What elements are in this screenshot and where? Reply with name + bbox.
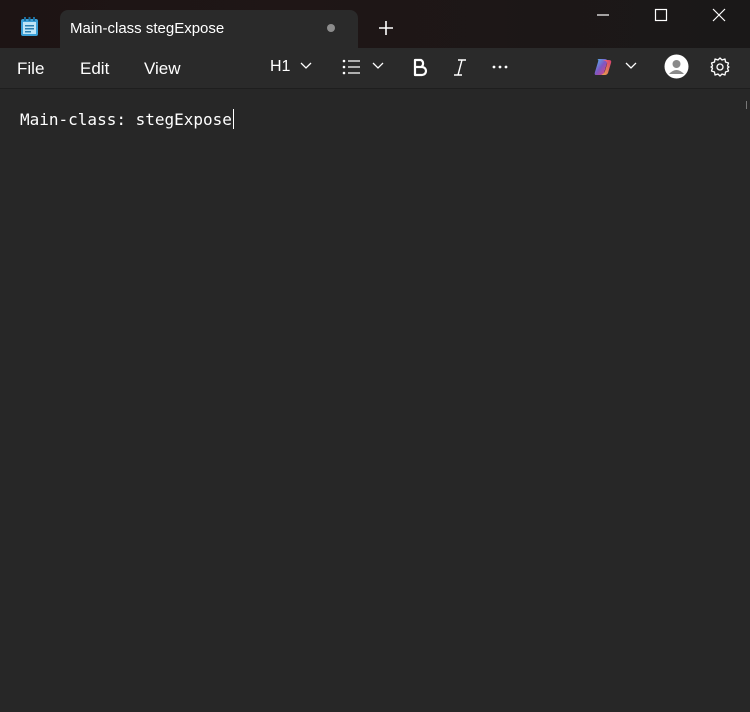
bulleted-list-icon	[342, 59, 360, 75]
unsaved-dot-icon[interactable]	[327, 24, 335, 32]
account-button[interactable]	[664, 54, 689, 79]
copilot-icon	[594, 59, 612, 75]
text-editor[interactable]: Main-class: stegExpose	[0, 89, 750, 712]
menu-file[interactable]: File	[17, 59, 44, 79]
copilot-button[interactable]	[592, 56, 614, 80]
minimize-icon	[597, 14, 609, 16]
close-window-button[interactable]	[690, 0, 748, 30]
tab-title: Main-class stegExpose	[70, 20, 225, 37]
chevron-down-icon	[625, 62, 637, 69]
menu-view[interactable]: View	[144, 59, 181, 79]
maximize-button[interactable]	[632, 0, 690, 30]
account-icon	[664, 54, 689, 79]
plus-icon	[379, 21, 393, 35]
text-caret	[232, 109, 234, 129]
editor-content[interactable]: Main-class: stegExpose	[20, 109, 234, 129]
new-tab-button[interactable]	[374, 16, 398, 40]
list-button[interactable]	[341, 56, 363, 80]
menu-edit[interactable]: Edit	[80, 59, 109, 79]
more-options-button[interactable]	[489, 56, 511, 80]
title-bar: Main-class stegExpose	[0, 0, 750, 48]
maximize-icon	[654, 8, 668, 22]
settings-button[interactable]	[709, 56, 731, 80]
bold-icon	[413, 58, 428, 77]
copilot-dropdown[interactable]	[624, 59, 638, 83]
editor-line-1: Main-class: stegExpose	[20, 110, 232, 129]
notepad-window: Main-class stegExpose File Edit View H1 …	[0, 0, 750, 712]
chevron-down-icon	[372, 62, 384, 69]
list-dropdown[interactable]	[371, 59, 385, 83]
tab-main-class-stegexpose[interactable]: Main-class stegExpose	[60, 10, 358, 48]
gear-icon	[710, 57, 730, 77]
minimize-button[interactable]	[574, 0, 632, 30]
menu-toolbar: File Edit View H1	[0, 48, 750, 89]
close-icon	[712, 8, 726, 22]
notepad-icon	[20, 17, 39, 37]
italic-button[interactable]	[449, 56, 471, 80]
scrollbar-indicator[interactable]	[746, 101, 750, 109]
bold-button[interactable]	[409, 56, 431, 80]
more-options-icon	[492, 65, 508, 69]
chevron-down-icon	[300, 62, 312, 69]
heading-dropdown-label[interactable]: H1	[270, 58, 290, 76]
italic-icon	[454, 59, 466, 76]
heading-dropdown[interactable]	[299, 59, 313, 83]
